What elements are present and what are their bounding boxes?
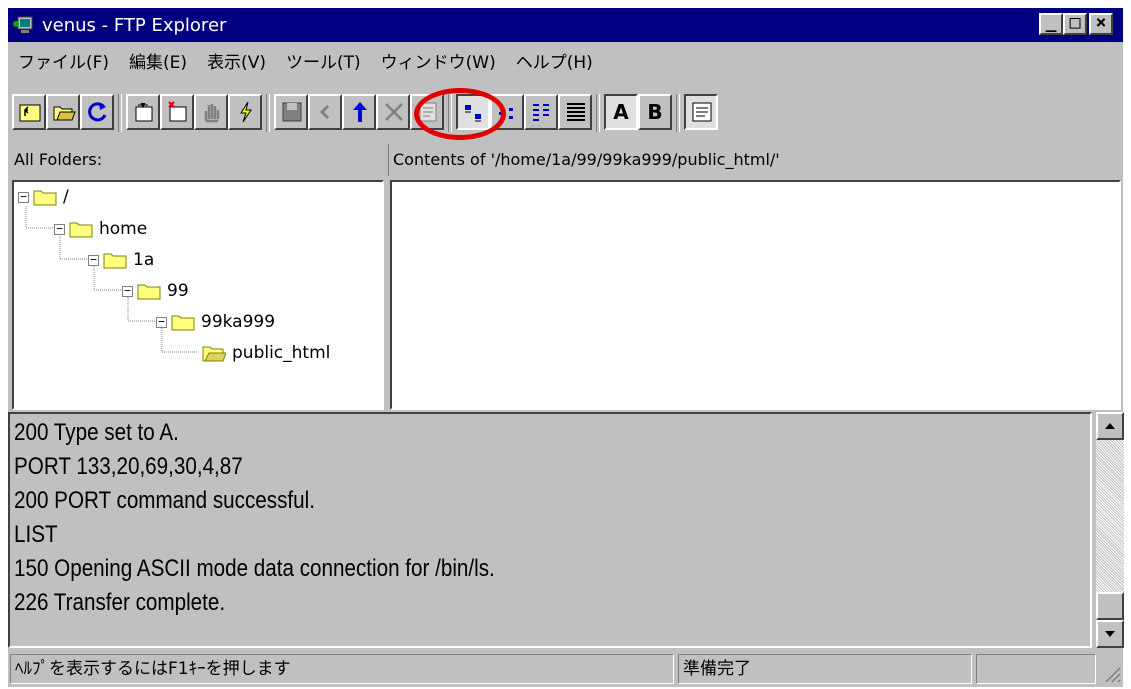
tree-item-root[interactable]: − / <box>18 184 69 210</box>
close-button[interactable]: × <box>1089 13 1113 35</box>
details-icon <box>567 103 585 121</box>
log-scrollbar[interactable] <box>1096 412 1124 648</box>
binary-mode-button[interactable]: B <box>638 94 672 130</box>
tree-item-label: 1a <box>133 250 155 270</box>
folder-icon <box>69 222 93 238</box>
tree-item-label: home <box>99 219 148 239</box>
delete-folder-button[interactable] <box>160 94 194 130</box>
toolbar: A B <box>12 94 1112 138</box>
tree-item-99[interactable]: − 99 <box>122 278 189 304</box>
details-button[interactable] <box>558 94 592 130</box>
tree-item-label: 99 <box>167 281 189 301</box>
log-line: 226 Transfer complete. <box>14 589 226 616</box>
log-line: 200 PORT command successful. <box>14 487 315 514</box>
collapse-toggle[interactable]: − <box>156 316 167 328</box>
tree-item-public-html[interactable]: public_html <box>202 340 330 366</box>
ftp-explorer-window: venus - FTP Explorer _ □ × ファイル(F) 編集(E)… <box>8 8 1124 687</box>
upload-button-highlight <box>414 88 506 140</box>
collapse-toggle[interactable]: − <box>54 223 65 235</box>
menu-tools[interactable]: ツール(T) <box>276 48 371 73</box>
folder-tree[interactable]: − / − home − 1a − 99 − 99ka999 public_ht… <box>12 180 384 410</box>
scroll-down-button[interactable] <box>1096 620 1124 648</box>
log-window-button[interactable] <box>684 94 718 130</box>
delete-folder-icon <box>168 101 187 122</box>
save-icon <box>282 102 302 122</box>
toolbar-separator <box>676 94 680 132</box>
menu-view[interactable]: 表示(V) <box>197 48 276 73</box>
new-folder-icon <box>135 102 153 122</box>
title-bar[interactable]: venus - FTP Explorer _ □ × <box>8 8 1123 42</box>
status-help-text: ﾍﾙﾌﾟを表示するにはF1ｷｰを押します <box>10 654 674 684</box>
menu-file[interactable]: ファイル(F) <box>8 48 119 73</box>
download-button[interactable] <box>308 94 342 130</box>
collapse-toggle[interactable]: − <box>18 191 29 203</box>
tree-item-label: 99ka999 <box>201 312 276 332</box>
open-folder-icon <box>53 106 76 121</box>
scroll-up-button[interactable] <box>1096 412 1124 440</box>
tree-item-label: public_html <box>232 343 331 363</box>
tree-item-home[interactable]: − home <box>54 216 147 242</box>
toolbar-separator <box>266 94 270 132</box>
down-triangle-icon <box>1105 631 1115 637</box>
refresh-button[interactable] <box>80 94 114 130</box>
tree-item-1a[interactable]: − 1a <box>88 247 154 273</box>
quick-connect-button[interactable] <box>228 94 262 130</box>
ascii-mode-button[interactable]: A <box>604 94 638 130</box>
open-folder-icon <box>202 346 226 362</box>
contents-pane-label: Contents of '/home/1a/99/99ka999/public_… <box>388 144 1123 176</box>
contents-list[interactable] <box>390 180 1121 410</box>
up-arrow-icon <box>353 102 367 122</box>
tree-item-99ka999[interactable]: − 99ka999 <box>156 309 275 335</box>
toolbar-separator <box>596 94 600 132</box>
delete-button[interactable] <box>376 94 410 130</box>
resize-grip-icon[interactable] <box>1102 664 1122 684</box>
refresh-icon <box>88 102 107 122</box>
log-line: 200 Type set to A. <box>14 419 179 446</box>
log-line: 150 Opening ASCII mode data connection f… <box>14 555 495 582</box>
status-bar: ﾍﾙﾌﾟを表示するにはF1ｷｰを押します 準備完了 <box>8 652 1123 686</box>
list-button[interactable] <box>524 94 558 130</box>
log-line: PORT 133,20,69,30,4,87 <box>14 453 243 480</box>
list-icon <box>533 104 549 121</box>
log-window[interactable]: 200 Type set to A. PORT 133,20,69,30,4,8… <box>8 412 1092 648</box>
menu-window[interactable]: ウィンドウ(W) <box>371 48 506 73</box>
maximize-button[interactable]: □ <box>1063 13 1087 35</box>
ascii-mode-label: A <box>613 100 629 124</box>
toolbar-separator <box>118 94 122 132</box>
scroll-thumb[interactable] <box>1096 592 1124 620</box>
binary-mode-label: B <box>647 100 663 124</box>
upload-button[interactable] <box>342 94 376 130</box>
connect-icon <box>19 104 41 122</box>
folders-pane-label: All Folders: <box>14 150 103 169</box>
tree-item-label: / <box>63 187 69 207</box>
open-button[interactable] <box>46 94 80 130</box>
status-state: 準備完了 <box>678 654 972 684</box>
lightning-icon <box>240 101 252 123</box>
menu-edit[interactable]: 編集(E) <box>119 48 197 73</box>
connect-button[interactable] <box>12 94 46 130</box>
collapse-toggle[interactable]: − <box>88 254 99 266</box>
download-icon <box>319 104 330 120</box>
folder-icon <box>33 190 57 206</box>
folder-icon <box>103 253 127 269</box>
hand-icon <box>204 104 220 123</box>
app-icon <box>12 14 34 36</box>
save-button[interactable] <box>274 94 308 130</box>
up-triangle-icon <box>1105 423 1115 429</box>
new-folder-button[interactable] <box>126 94 160 130</box>
log-icon <box>692 102 712 122</box>
window-title: venus - FTP Explorer <box>42 14 227 36</box>
stop-button[interactable] <box>194 94 228 130</box>
delete-icon <box>385 103 403 121</box>
minimize-button[interactable]: _ <box>1039 13 1063 35</box>
menu-bar: ファイル(F) 編集(E) 表示(V) ツール(T) ウィンドウ(W) ヘルプ(… <box>8 44 603 76</box>
folder-icon <box>171 315 195 331</box>
status-extra <box>976 654 1096 684</box>
menu-help[interactable]: ヘルプ(H) <box>506 48 603 73</box>
log-line: LIST <box>14 521 58 548</box>
collapse-toggle[interactable]: − <box>122 285 133 297</box>
folder-icon <box>137 284 161 300</box>
